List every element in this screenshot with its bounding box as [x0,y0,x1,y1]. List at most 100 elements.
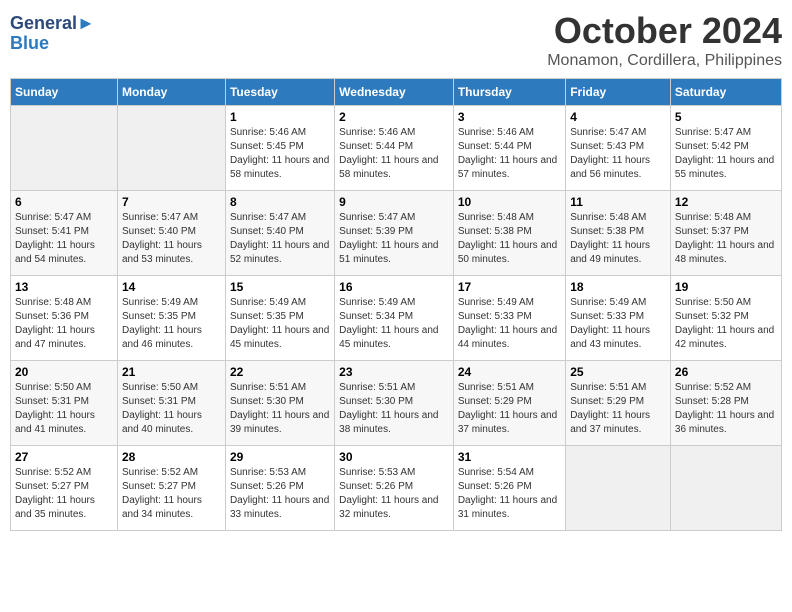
calendar-cell: 2Sunrise: 5:46 AM Sunset: 5:44 PM Daylig… [335,106,454,191]
day-info: Sunrise: 5:52 AM Sunset: 5:28 PM Dayligh… [675,381,777,437]
day-number: 8 [230,195,330,209]
day-info: Sunrise: 5:49 AM Sunset: 5:33 PM Dayligh… [458,296,561,352]
day-info: Sunrise: 5:47 AM Sunset: 5:43 PM Dayligh… [570,126,666,182]
day-info: Sunrise: 5:50 AM Sunset: 5:32 PM Dayligh… [675,296,777,352]
calendar-cell: 9 Sunrise: 5:47 AM Sunset: 5:39 PM Daylig… [335,191,454,276]
calendar-cell: 20 Sunrise: 5:50 AM Sunset: 5:31 PM Dayli… [11,361,118,446]
calendar-cell: 30 Sunrise: 5:53 AM Sunset: 5:26 PM Dayli… [335,446,454,531]
day-number: 25 [570,365,666,379]
calendar-cell: 25 Sunrise: 5:51 AM Sunset: 5:29 PM Dayli… [566,361,671,446]
calendar-cell: 17 Sunrise: 5:49 AM Sunset: 5:33 PM Dayli… [453,276,565,361]
day-number: 15 [230,280,330,294]
day-number: 27 [15,450,113,464]
day-info: Sunrise: 5:51 AM Sunset: 5:30 PM Dayligh… [230,381,330,437]
day-info: Sunrise: 5:47 AM Sunset: 5:40 PM Dayligh… [230,211,330,267]
calendar-cell: 3 Sunrise: 5:46 AM Sunset: 5:44 PM Daylig… [453,106,565,191]
calendar-cell [566,446,671,531]
day-info: Sunrise: 5:52 AM Sunset: 5:27 PM Dayligh… [122,466,221,522]
logo-line1: General► [10,14,95,34]
calendar-cell: 14 Sunrise: 5:49 AM Sunset: 5:35 PM Dayli… [117,276,225,361]
day-number: 11 [570,195,666,209]
day-info: Sunrise: 5:47 AM Sunset: 5:42 PM Dayligh… [675,126,777,182]
calendar-week-5: 27 Sunrise: 5:52 AM Sunset: 5:27 PM Dayli… [11,446,782,531]
page-title: October 2024 [547,10,782,52]
calendar-cell: 27 Sunrise: 5:52 AM Sunset: 5:27 PM Dayli… [11,446,118,531]
calendar-cell [11,106,118,191]
day-number: 31 [458,450,561,464]
day-info: Sunrise: 5:46 AM Sunset: 5:44 PM Dayligh… [458,126,561,182]
title-block: October 2024 Monamon, Cordillera, Philip… [547,10,782,70]
column-header-wednesday: Wednesday [335,79,454,106]
day-info: Sunrise: 5:53 AM Sunset: 5:26 PM Dayligh… [339,466,449,522]
calendar-cell: 18 Sunrise: 5:49 AM Sunset: 5:33 PM Dayli… [566,276,671,361]
calendar-week-1: 1 Sunrise: 5:46 AM Sunset: 5:45 PM Daylig… [11,106,782,191]
day-info: Sunrise: 5:53 AM Sunset: 5:26 PM Dayligh… [230,466,330,522]
calendar-week-2: 6 Sunrise: 5:47 AM Sunset: 5:41 PM Daylig… [11,191,782,276]
day-number: 21 [122,365,221,379]
day-number: 3 [458,110,561,124]
day-info: Sunrise: 5:49 AM Sunset: 5:35 PM Dayligh… [122,296,221,352]
day-number: 12 [675,195,777,209]
calendar-week-3: 13Sunrise: 5:48 AM Sunset: 5:36 PM Dayli… [11,276,782,361]
day-number: 16 [339,280,449,294]
day-number: 18 [570,280,666,294]
calendar-cell: 29 Sunrise: 5:53 AM Sunset: 5:26 PM Dayli… [225,446,334,531]
calendar-cell: 24 Sunrise: 5:51 AM Sunset: 5:29 PM Dayli… [453,361,565,446]
day-number: 17 [458,280,561,294]
calendar-cell: 4 Sunrise: 5:47 AM Sunset: 5:43 PM Daylig… [566,106,671,191]
calendar-cell [670,446,781,531]
calendar-cell [117,106,225,191]
logo-accent: ► [77,13,95,33]
day-number: 1 [230,110,330,124]
calendar-cell: 22 Sunrise: 5:51 AM Sunset: 5:30 PM Dayli… [225,361,334,446]
calendar-cell: 23Sunrise: 5:51 AM Sunset: 5:30 PM Dayli… [335,361,454,446]
day-number: 29 [230,450,330,464]
day-info: Sunrise: 5:49 AM Sunset: 5:34 PM Dayligh… [339,296,449,352]
calendar-cell: 15Sunrise: 5:49 AM Sunset: 5:35 PM Dayli… [225,276,334,361]
day-info: Sunrise: 5:51 AM Sunset: 5:29 PM Dayligh… [458,381,561,437]
day-number: 20 [15,365,113,379]
day-number: 22 [230,365,330,379]
day-number: 26 [675,365,777,379]
calendar-cell: 26 Sunrise: 5:52 AM Sunset: 5:28 PM Dayli… [670,361,781,446]
calendar-cell: 8 Sunrise: 5:47 AM Sunset: 5:40 PM Daylig… [225,191,334,276]
column-header-tuesday: Tuesday [225,79,334,106]
column-header-friday: Friday [566,79,671,106]
column-header-monday: Monday [117,79,225,106]
calendar-week-4: 20 Sunrise: 5:50 AM Sunset: 5:31 PM Dayli… [11,361,782,446]
day-number: 5 [675,110,777,124]
column-header-sunday: Sunday [11,79,118,106]
day-number: 28 [122,450,221,464]
day-number: 9 [339,195,449,209]
day-info: Sunrise: 5:48 AM Sunset: 5:38 PM Dayligh… [458,211,561,267]
column-header-saturday: Saturday [670,79,781,106]
day-number: 10 [458,195,561,209]
day-number: 19 [675,280,777,294]
calendar-table: SundayMondayTuesdayWednesdayThursdayFrid… [10,78,782,531]
day-info: Sunrise: 5:54 AM Sunset: 5:26 PM Dayligh… [458,466,561,522]
day-info: Sunrise: 5:48 AM Sunset: 5:36 PM Dayligh… [15,296,113,352]
day-number: 14 [122,280,221,294]
day-number: 6 [15,195,113,209]
day-info: Sunrise: 5:47 AM Sunset: 5:41 PM Dayligh… [15,211,113,267]
day-info: Sunrise: 5:49 AM Sunset: 5:33 PM Dayligh… [570,296,666,352]
day-info: Sunrise: 5:50 AM Sunset: 5:31 PM Dayligh… [15,381,113,437]
header-row: SundayMondayTuesdayWednesdayThursdayFrid… [11,79,782,106]
column-header-thursday: Thursday [453,79,565,106]
day-info: Sunrise: 5:47 AM Sunset: 5:39 PM Dayligh… [339,211,449,267]
calendar-cell: 11 Sunrise: 5:48 AM Sunset: 5:38 PM Dayli… [566,191,671,276]
day-info: Sunrise: 5:52 AM Sunset: 5:27 PM Dayligh… [15,466,113,522]
day-info: Sunrise: 5:51 AM Sunset: 5:30 PM Dayligh… [339,381,449,437]
calendar-cell: 28 Sunrise: 5:52 AM Sunset: 5:27 PM Dayli… [117,446,225,531]
calendar-cell: 13Sunrise: 5:48 AM Sunset: 5:36 PM Dayli… [11,276,118,361]
calendar-cell: 19 Sunrise: 5:50 AM Sunset: 5:32 PM Dayli… [670,276,781,361]
calendar-cell: 1 Sunrise: 5:46 AM Sunset: 5:45 PM Daylig… [225,106,334,191]
day-number: 4 [570,110,666,124]
day-info: Sunrise: 5:48 AM Sunset: 5:38 PM Dayligh… [570,211,666,267]
day-number: 30 [339,450,449,464]
day-number: 2 [339,110,449,124]
day-info: Sunrise: 5:51 AM Sunset: 5:29 PM Dayligh… [570,381,666,437]
day-info: Sunrise: 5:50 AM Sunset: 5:31 PM Dayligh… [122,381,221,437]
day-info: Sunrise: 5:46 AM Sunset: 5:45 PM Dayligh… [230,126,330,182]
day-number: 24 [458,365,561,379]
